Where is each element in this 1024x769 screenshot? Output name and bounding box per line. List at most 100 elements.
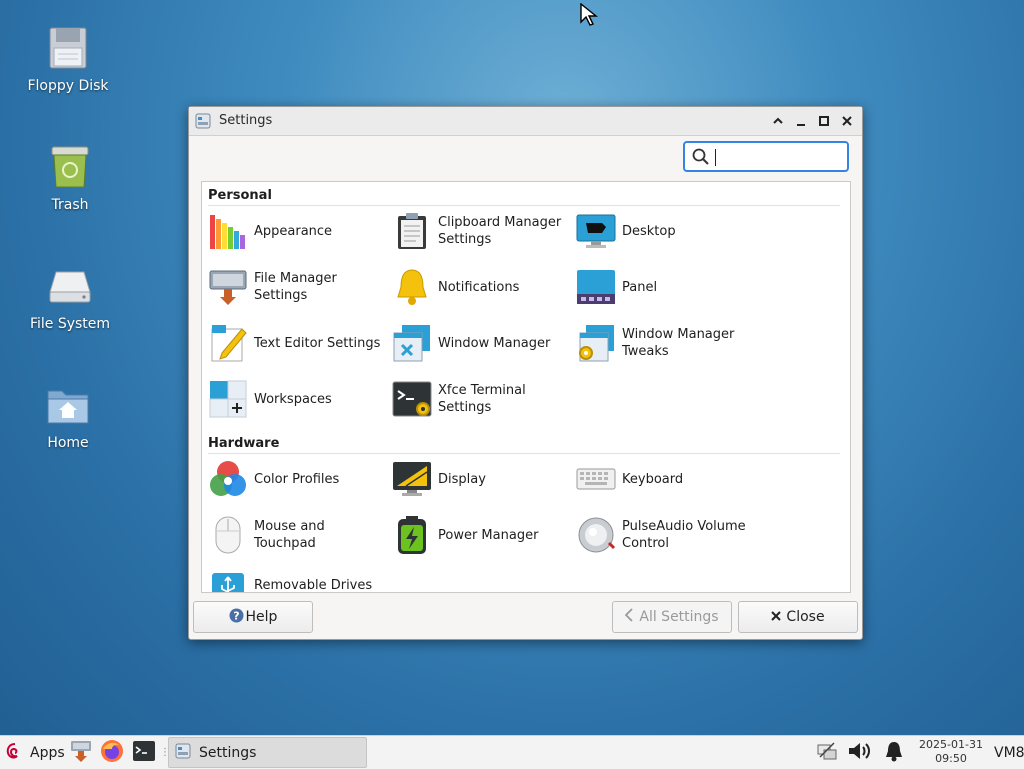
clock-time: 09:50	[935, 752, 967, 765]
section-title-hardware: Hardware	[208, 436, 280, 451]
setting-window-manager[interactable]: Window Manager	[388, 319, 572, 367]
setting-label: Workspaces	[254, 391, 332, 407]
all-settings-button[interactable]: All Settings	[612, 601, 732, 633]
search-input[interactable]	[713, 147, 847, 169]
setting-power-manager[interactable]: Power Manager	[388, 511, 572, 559]
setting-label: File Manager Settings	[254, 271, 337, 303]
svg-text:?: ?	[233, 609, 239, 622]
setting-label: Xfce Terminal Settings	[438, 383, 526, 415]
desktop-icon-trash[interactable]: Trash	[22, 143, 118, 213]
help-button-label: Help	[245, 609, 278, 625]
launcher-terminal[interactable]	[132, 736, 156, 769]
help-button[interactable]: ? Help	[193, 601, 313, 633]
search-box[interactable]	[683, 141, 849, 172]
desktop-icon-label: Trash	[51, 197, 89, 213]
setting-xfce-terminal[interactable]: Xfce Terminal Settings	[388, 375, 572, 423]
window-titlebar[interactable]: Settings	[189, 107, 862, 136]
setting-label: Color Profiles	[254, 471, 340, 487]
setting-text-editor[interactable]: Text Editor Settings	[204, 319, 388, 367]
section-title-personal: Personal	[208, 188, 272, 203]
setting-appearance[interactable]: Appearance	[204, 207, 388, 255]
setting-window-manager-tweaks[interactable]: Window Manager Tweaks	[572, 319, 756, 367]
setting-workspaces[interactable]: Workspaces	[204, 375, 388, 423]
launcher-file-manager[interactable]	[70, 736, 92, 769]
desktop-icon-file-system[interactable]: File System	[22, 262, 118, 332]
taskbar-window-label: Settings	[199, 744, 257, 761]
file-manager-launcher-icon	[70, 739, 92, 767]
speaker-icon	[576, 515, 616, 555]
maximize-icon[interactable]	[815, 112, 833, 130]
desktop-icon-label: Floppy Disk	[27, 78, 109, 94]
setting-label: Text Editor Settings	[254, 335, 381, 351]
setting-label: Panel	[622, 279, 658, 295]
apps-menu-label: Apps	[30, 744, 65, 761]
setting-label: Desktop	[622, 223, 676, 239]
setting-label: Removable Drives	[254, 577, 373, 593]
floppy-disk-icon	[44, 24, 92, 72]
setting-label: Clipboard Manager Settings	[438, 215, 562, 247]
display-icon	[392, 459, 432, 499]
volume-control[interactable]	[847, 736, 873, 769]
desktop-icon-label: File System	[29, 316, 111, 332]
minimize-icon[interactable]	[792, 112, 810, 130]
chevron-left-icon	[625, 608, 634, 626]
terminal-icon	[132, 740, 156, 766]
usb-icon	[208, 565, 248, 592]
clock[interactable]: 2025-01-31 09:50	[915, 738, 987, 766]
color-profiles-icon	[208, 459, 248, 499]
setting-file-manager[interactable]: File Manager Settings	[204, 263, 388, 311]
apps-menu-button[interactable]: Apps	[4, 736, 65, 769]
close-x-icon	[771, 609, 782, 625]
section-divider	[208, 205, 840, 206]
setting-label: Appearance	[254, 223, 333, 239]
search-icon	[692, 148, 709, 169]
appearance-icon	[208, 211, 248, 251]
file-manager-icon	[208, 267, 248, 307]
setting-mouse-touchpad[interactable]: Mouse and Touchpad	[204, 511, 388, 559]
setting-keyboard[interactable]: Keyboard	[572, 455, 756, 503]
workspaces-icon	[208, 379, 248, 419]
setting-removable-drives[interactable]: Removable Drives	[204, 561, 388, 593]
setting-label: Notifications	[438, 279, 520, 295]
setting-display[interactable]: Display	[388, 455, 572, 503]
settings-app-icon	[195, 113, 211, 129]
taskbar-window-settings[interactable]: Settings	[168, 737, 367, 768]
section-divider	[208, 453, 840, 454]
notification-bell-icon	[883, 740, 905, 766]
hostname-label: VM8	[994, 744, 1024, 761]
desktop-icon-home[interactable]: Home	[20, 381, 116, 451]
close-icon[interactable]	[838, 112, 856, 130]
clipboard-icon	[392, 211, 432, 251]
desktop-icon-floppy-disk[interactable]: Floppy Disk	[20, 24, 116, 94]
network-status[interactable]	[816, 736, 838, 769]
clock-date: 2025-01-31	[919, 738, 983, 751]
setting-color-profiles[interactable]: Color Profiles	[204, 455, 388, 503]
setting-label: PulseAudio Volume Control	[622, 519, 746, 551]
mouse-pointer-icon	[580, 2, 600, 31]
volume-icon	[847, 740, 873, 766]
shade-icon[interactable]	[769, 112, 787, 130]
window-manager-icon	[392, 323, 432, 363]
launcher-firefox[interactable]	[100, 736, 124, 769]
close-button[interactable]: Close	[738, 601, 858, 633]
settings-window-icon	[175, 743, 191, 763]
setting-desktop[interactable]: Desktop	[572, 207, 756, 255]
text-cursor	[715, 149, 716, 166]
panel-icon	[576, 267, 616, 307]
notifications-tray[interactable]	[883, 736, 905, 769]
bell-icon	[392, 267, 432, 307]
setting-clipboard-manager[interactable]: Clipboard Manager Settings	[388, 207, 572, 255]
mouse-icon	[208, 515, 248, 555]
home-folder-icon	[44, 381, 92, 429]
text-editor-icon	[208, 323, 248, 363]
desktop-icon	[576, 211, 616, 251]
setting-label: Display	[438, 471, 486, 487]
debian-logo-icon	[4, 741, 24, 765]
setting-notifications[interactable]: Notifications	[388, 263, 572, 311]
setting-panel[interactable]: Panel	[572, 263, 756, 311]
setting-label: Power Manager	[438, 527, 539, 543]
setting-pulseaudio[interactable]: PulseAudio Volume Control	[572, 511, 756, 559]
desktop-icon-label: Home	[47, 435, 89, 451]
trash-icon	[46, 143, 94, 191]
help-icon: ?	[229, 608, 244, 627]
